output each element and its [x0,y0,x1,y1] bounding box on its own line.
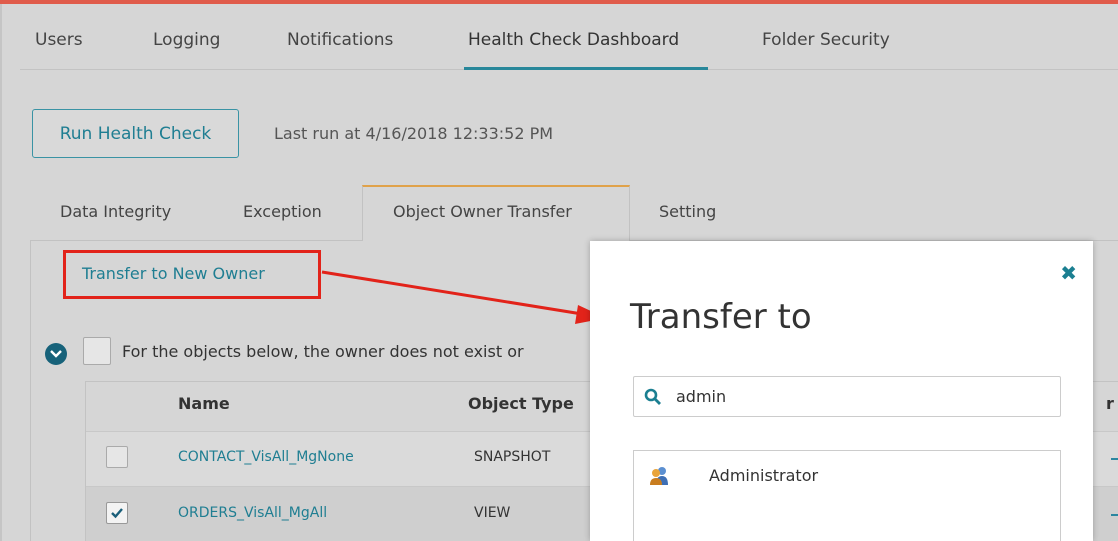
column-header-clipped: r [1106,394,1114,413]
row-name-link[interactable]: CONTACT_VisAll_MgNone [178,449,354,465]
dialog-title: Transfer to [630,297,812,337]
subtab-setting[interactable]: Setting [659,202,716,221]
result-label: Administrator [709,466,819,485]
last-run-text: Last run at 4/16/2018 12:33:52 PM [274,124,554,143]
run-health-check-button[interactable]: Run Health Check [32,109,239,158]
search-icon [644,388,661,405]
app-window: Users Logging Notifications Health Check… [0,0,1118,541]
row-checkbox[interactable] [106,446,128,468]
nav-tab-folder-security[interactable]: Folder Security [762,30,890,50]
active-tab-indicator [464,67,708,70]
nav-tab-notifications[interactable]: Notifications [287,30,393,50]
nav-tab-health-check-dashboard[interactable]: Health Check Dashboard [468,30,679,50]
transfer-to-dialog: ✖ Transfer to admin Administrator [590,241,1093,541]
column-header-name[interactable]: Name [178,394,230,413]
row-name-link[interactable]: ORDERS_VisAll_MgAll [178,505,327,521]
row-object-type: SNAPSHOT [474,449,551,465]
user-search-input[interactable]: admin [633,376,1061,417]
content-left-border [30,240,31,541]
subtab-exception[interactable]: Exception [243,202,322,221]
clipped-link-fragment [1111,514,1118,516]
column-header-object-type[interactable]: Object Type [468,394,574,413]
user-result-list: Administrator [633,450,1061,541]
clipped-link-fragment [1111,458,1118,460]
search-query: admin [676,387,727,406]
annotation-arrow-icon [321,270,606,324]
transfer-to-new-owner-link[interactable]: Transfer to New Owner [82,264,265,283]
subtab-data-integrity[interactable]: Data Integrity [60,202,171,221]
objects-description: For the objects below, the owner does no… [122,342,524,361]
subtab-object-owner-transfer[interactable]: Object Owner Transfer [393,202,572,221]
top-accent-bar [0,0,1118,4]
chevron-down-icon[interactable] [45,343,67,365]
checkmark-icon [111,508,123,519]
close-icon[interactable]: ✖ [1060,261,1077,285]
select-all-checkbox[interactable] [83,337,111,365]
nav-tab-users[interactable]: Users [35,30,83,50]
row-object-type: VIEW [474,505,511,521]
subtab-baseline-left [30,240,362,241]
nav-tab-logging[interactable]: Logging [153,30,220,50]
top-nav: Users Logging Notifications Health Check… [20,20,1118,70]
left-border [0,4,2,541]
row-checkbox-checked[interactable] [106,502,128,524]
user-icon [650,467,668,485]
